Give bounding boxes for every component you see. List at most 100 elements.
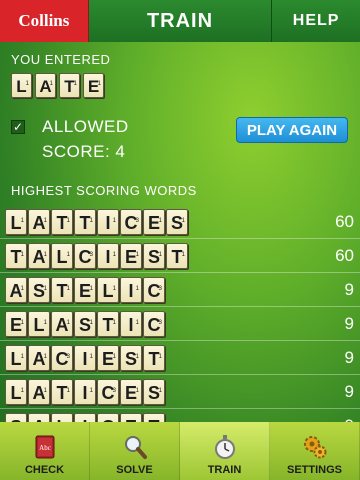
tab-solve[interactable]: SOLVE	[90, 422, 180, 480]
tile-points: 1	[66, 286, 70, 292]
word-score: 9	[344, 348, 354, 367]
tile-points: 1	[20, 218, 24, 224]
tile-points: 1	[43, 286, 47, 292]
tile-points: 1	[158, 388, 162, 394]
allowed-status: ALLOWED	[42, 117, 129, 136]
word-tiles: L1A1C3I1E1S1T1	[5, 345, 165, 371]
tile-points: 1	[158, 354, 162, 360]
letter-tile: C3	[97, 379, 119, 405]
tile-points: 1	[20, 252, 24, 258]
letter-tile: A1	[28, 413, 50, 422]
tile-points: 1	[43, 388, 47, 394]
tab-check[interactable]: Abc CHECK	[0, 422, 90, 480]
word-row[interactable]: L1A1T1I1C3E1S19	[0, 376, 360, 409]
tile-points: 1	[43, 354, 47, 360]
tile-points: 1	[20, 320, 24, 326]
letter-tile: A1	[5, 277, 27, 303]
score-text: SCORE: 4	[42, 142, 126, 161]
tab-train[interactable]: TRAIN	[180, 422, 270, 480]
letter-tile: I1	[74, 413, 96, 422]
tile-points: 1	[135, 286, 139, 292]
word-row[interactable]: S1A1L1I1C3E1T19	[0, 410, 360, 422]
letter-tile: A1	[28, 379, 50, 405]
letter-tile: S1	[143, 379, 165, 405]
tab-settings[interactable]: SETTINGS	[270, 422, 360, 480]
word-tiles: L1A1T1I1C3E1S1	[5, 379, 165, 405]
word-score: 60	[335, 212, 354, 231]
letter-tile: S1	[28, 277, 50, 303]
letter-tile: S1	[166, 209, 188, 235]
tile-points: 1	[89, 218, 93, 224]
tab-label: SOLVE	[116, 464, 153, 476]
letter-tile: L1	[28, 311, 50, 337]
tile-points: 1	[43, 252, 47, 258]
tile-points: 1	[112, 354, 116, 360]
collins-logo[interactable]: Collins	[0, 0, 89, 42]
tile-points: 1	[20, 354, 24, 360]
letter-tile: I1	[97, 209, 119, 235]
letter-tile: L1	[5, 345, 27, 371]
letter-tile: E1	[120, 413, 142, 422]
letter-tile: E1	[83, 73, 104, 98]
gears-icon	[301, 433, 329, 461]
tile-points: 3	[66, 354, 70, 360]
tile-points: 1	[66, 388, 70, 394]
letter-tile: I1	[120, 277, 142, 303]
word-tiles: S1A1L1I1C3E1T1	[5, 413, 165, 422]
tab-label: CHECK	[24, 464, 65, 476]
letter-tile: T1	[51, 209, 73, 235]
letter-tile: A1	[28, 243, 50, 269]
letter-tile: L1	[5, 209, 27, 235]
word-score: 60	[335, 246, 354, 265]
word-score: 9	[344, 382, 354, 401]
letter-tile: E1	[143, 209, 165, 235]
tile-points: 1	[66, 320, 70, 326]
letter-tile: I1	[97, 243, 119, 269]
tile-letter: I	[128, 281, 134, 301]
tile-points: 1	[66, 218, 70, 224]
tile-points: 3	[135, 218, 139, 224]
tab-label: TRAIN	[207, 464, 242, 476]
word-tiles: T1A1L1C3I1E1S1T1	[5, 243, 188, 269]
magnifier-icon	[121, 433, 149, 461]
tile-points: 1	[97, 81, 101, 87]
help-button[interactable]: HELP	[272, 0, 360, 42]
word-row[interactable]: L 1 A 1 T 1 T 1 I 1 C 3 E 1 S 1 60	[0, 206, 360, 239]
tile-points: 1	[49, 81, 53, 87]
letter-tile: T1	[166, 243, 188, 269]
letter-tile: L1	[5, 379, 27, 405]
letter-tile: E1	[120, 243, 142, 269]
play-again-button[interactable]: PLAY AGAIN	[236, 117, 348, 143]
letter-tile: I1	[120, 311, 142, 337]
tile-points: 1	[181, 218, 185, 224]
tile-points: 1	[112, 218, 116, 224]
letter-tile: A1	[35, 73, 56, 98]
tile-points: 1	[135, 320, 139, 326]
tile-points: 3	[113, 412, 116, 422]
tile-points: 1	[67, 412, 70, 422]
word-row[interactable]: T 1 A 1 L 1 C 3 I 1 E 1 S 1 T 1 60	[0, 240, 360, 273]
letter-tile: C3	[143, 277, 165, 303]
page-title: TRAIN	[88, 0, 273, 42]
tile-points: 1	[43, 218, 47, 224]
highest-scoring-list[interactable]: L 1 A 1 T 1 T 1 I 1 C 3 E 1 S 1 60 T 1 A 1 L 1 C 3 I 1 E 1 S 1 T 1 60 A 1 S 1…	[0, 206, 360, 422]
letter-tile: E1	[120, 379, 142, 405]
tile-points: 1	[20, 286, 24, 292]
letter-tile: T1	[74, 209, 96, 235]
tile-letter: I	[82, 383, 88, 403]
tile-points: 1	[112, 320, 116, 326]
letter-tile: A1	[28, 345, 50, 371]
letter-tile: S1	[74, 311, 96, 337]
book-icon: Abc	[31, 433, 59, 461]
word-row[interactable]: A1S1T1E1L1I1C39	[0, 274, 360, 307]
tile-points: 1	[21, 412, 24, 422]
tab-label: SETTINGS	[286, 464, 342, 476]
word-row[interactable]: E1L1A1S1T1I1C39	[0, 308, 360, 341]
tile-letter: I	[128, 315, 134, 335]
you-entered-label: YOU ENTERED	[11, 52, 111, 67]
word-row[interactable]: L1A1C3I1E1S1T1 9	[0, 342, 360, 375]
tile-points: 1	[159, 412, 162, 422]
word-score: 9	[344, 280, 354, 299]
tile-points: 1	[89, 286, 93, 292]
letter-tile: A1	[51, 311, 73, 337]
